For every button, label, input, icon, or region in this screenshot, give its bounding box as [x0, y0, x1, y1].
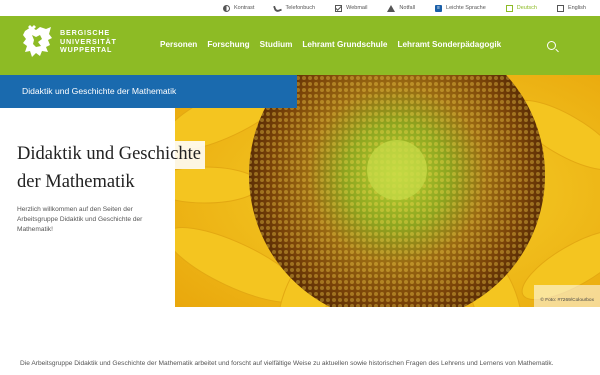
sunflower-image [175, 75, 600, 307]
hero-image: © Foto: #7269/Colourbox [175, 75, 600, 307]
flag-de-icon [505, 4, 513, 12]
nav-item-lehramt-sonderpaedagogik[interactable]: Lehramt Sonderpädagogik [397, 40, 501, 49]
utility-label: Telefonbuch [285, 5, 316, 11]
phone-icon [273, 3, 283, 13]
site-header: BERGISCHE UNIVERSITÄT WUPPERTAL Personen… [0, 16, 600, 75]
nav-item-studium[interactable]: Studium [260, 40, 293, 49]
nav-item-lehramt-grundschule[interactable]: Lehramt Grundschule [302, 40, 387, 49]
logo-text: BERGISCHE UNIVERSITÄT WUPPERTAL [60, 29, 117, 55]
utility-label: English [567, 5, 586, 11]
intro-text: Herzlich willkommen auf den Seiten der A… [17, 206, 143, 233]
utility-webmail[interactable]: Webmail [335, 4, 368, 12]
utility-label: Deutsch [516, 5, 537, 11]
logo-line: WUPPERTAL [60, 45, 113, 55]
easy-language-icon: ≡ [435, 4, 443, 12]
nav-item-forschung[interactable]: Forschung [207, 40, 249, 49]
utility-label: Notfall [399, 5, 416, 11]
utility-label: Kontrast [233, 5, 255, 11]
utility-lang-en[interactable]: English [556, 4, 586, 12]
photo-credit: © Foto: #7269/Colourbox [534, 285, 600, 307]
utility-bar: Kontrast Telefonbuch Webmail Notfall ≡ L… [0, 0, 600, 16]
mail-icon [335, 4, 343, 12]
alert-icon [387, 4, 396, 12]
utility-label: Leichte Sprache [446, 5, 486, 11]
contrast-icon [222, 4, 230, 12]
page-title: Didaktik und Geschichte der Mathematik [12, 141, 222, 197]
breadcrumb[interactable]: Didaktik und Geschichte der Mathematik [0, 75, 297, 108]
utility-emergency[interactable]: Notfall [387, 4, 416, 12]
lion-crest-icon [23, 25, 52, 57]
utility-easy-language[interactable]: ≡ Leichte Sprache [435, 4, 486, 12]
main-nav: Personen Forschung Studium Lehramt Grund… [160, 40, 501, 49]
university-logo[interactable]: BERGISCHE UNIVERSITÄT WUPPERTAL [22, 25, 117, 59]
utility-lang-de[interactable]: Deutsch [505, 4, 537, 12]
page-title-line: der Mathematik [12, 169, 139, 197]
page-title-line: Didaktik und Geschichte [12, 141, 205, 169]
utility-contrast[interactable]: Kontrast [222, 4, 255, 12]
search-icon[interactable] [547, 41, 556, 50]
utility-label: Webmail [346, 5, 368, 11]
body-paragraph: Die Arbeitsgruppe Didaktik und Geschicht… [20, 360, 554, 367]
nav-item-personen[interactable]: Personen [160, 40, 197, 49]
utility-phonebook[interactable]: Telefonbuch [273, 3, 316, 13]
flag-en-icon [556, 4, 564, 12]
